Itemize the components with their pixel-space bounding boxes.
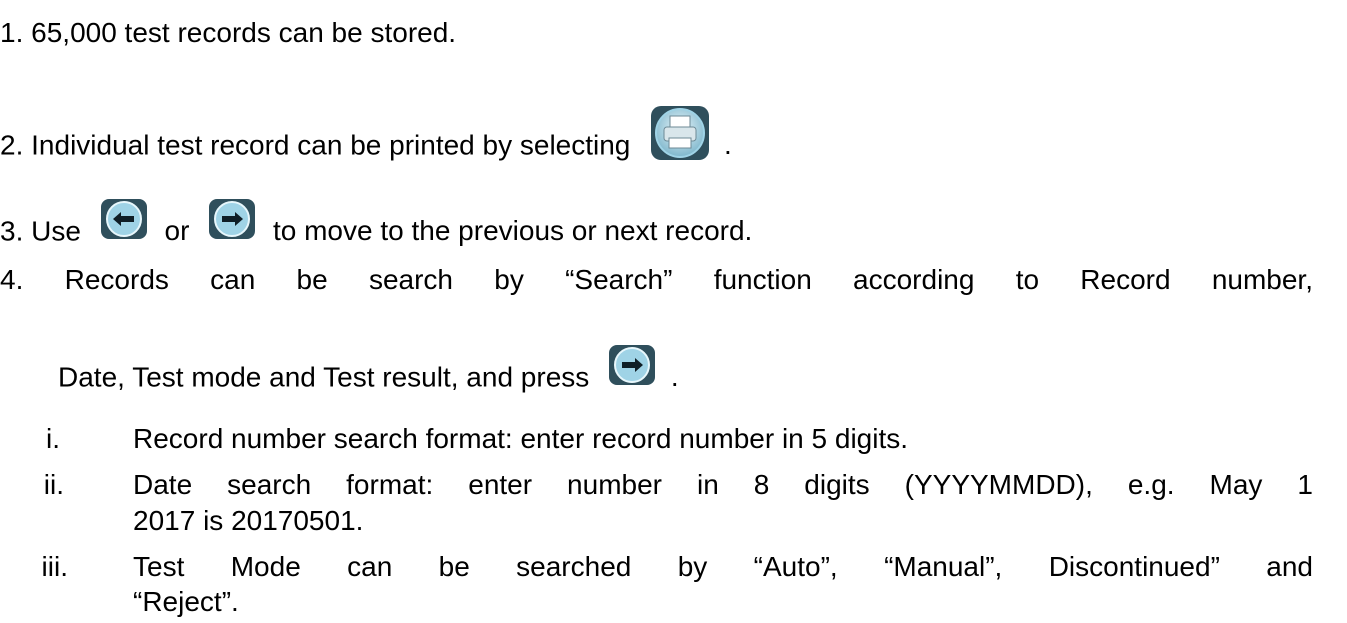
subitem-3-text-line-1: Test Mode can be searched by “Auto”, “Ma…	[133, 551, 1313, 582]
arrow-right-icon	[609, 345, 656, 393]
item-3-or: or	[164, 215, 190, 247]
list-item-3: 3. Use or to move to the previous or nex…	[0, 199, 753, 257]
item-2-number: 2.	[0, 129, 24, 161]
item-4-period: .	[670, 361, 679, 393]
item-4-text-line-1: Records can be search by “Search” functi…	[64, 264, 1313, 295]
subitem-2-text-line-1: Date search format: enter number in 8 di…	[133, 469, 1313, 500]
item-3-use: Use	[31, 215, 81, 247]
subitem-1-number: i.	[46, 423, 60, 454]
list-item-4-line-2: Date, Test mode and Test result, and pre…	[58, 345, 679, 403]
arrow-right-icon	[209, 199, 256, 247]
list-item-4-line-1: 4. Records can be search by “Search” fun…	[0, 263, 1313, 297]
subitem-2-number: ii.	[43, 469, 64, 500]
item-3-number: 3.	[0, 215, 24, 247]
item-3-text: to move to the previous or next record.	[272, 215, 753, 247]
item-4-number: 4.	[0, 264, 24, 295]
subitem-3-text-line-2: “Reject”.	[133, 586, 239, 617]
printer-icon	[650, 105, 710, 169]
item-4-text-line-2: Date, Test mode and Test result, and pre…	[58, 361, 590, 393]
item-2-text: Individual test record can be printed by…	[31, 129, 631, 161]
list-item-2: 2. Individual test record can be printed…	[0, 106, 732, 179]
list-item-1: 1. 65,000 test records can be stored.	[0, 16, 456, 50]
item-1-text: 65,000 test records can be stored.	[31, 17, 457, 48]
item-2-period: .	[723, 129, 732, 161]
subitem-2-text-line-2: 2017 is 20170501.	[133, 505, 364, 536]
arrow-left-icon	[100, 199, 147, 247]
subitem-3-number: iii.	[41, 551, 68, 582]
subitem-1-text: Record number search format: enter recor…	[133, 423, 909, 454]
item-1-number: 1.	[0, 17, 24, 48]
